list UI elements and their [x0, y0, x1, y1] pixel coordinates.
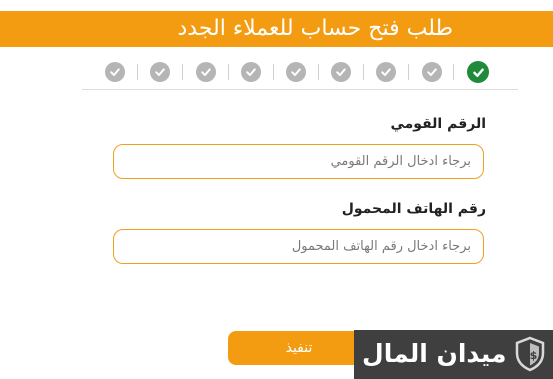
step-separator — [363, 64, 364, 80]
national-id-input[interactable] — [113, 144, 484, 179]
page-header: طلب فتح حساب للعملاء الجدد — [0, 11, 553, 47]
step-8-check-icon — [150, 62, 170, 82]
progress-steps — [105, 60, 490, 84]
step-separator — [228, 64, 229, 80]
page-title: طلب فتح حساب للعملاء الجدد — [177, 16, 453, 41]
step-2-check-icon — [422, 62, 442, 82]
steps-divider — [82, 89, 518, 90]
step-5-check-icon — [286, 62, 306, 82]
step-separator — [318, 64, 319, 80]
submit-button[interactable]: تنفيذ — [228, 331, 370, 365]
shield-dollar-icon: $ — [514, 336, 546, 376]
watermark-name: ميدان المال — [362, 339, 507, 368]
step-separator — [137, 64, 138, 80]
step-6-check-icon — [241, 62, 261, 82]
step-4-check-icon — [331, 62, 351, 82]
step-separator — [453, 64, 454, 80]
step-9-check-icon — [105, 62, 125, 82]
step-separator — [182, 64, 183, 80]
step-1-check-icon — [467, 61, 489, 83]
step-separator — [273, 64, 274, 80]
mobile-label: رقم الهاتف المحمول — [341, 201, 486, 217]
svg-text:$: $ — [530, 349, 538, 362]
step-3-check-icon — [376, 62, 396, 82]
watermark-badge: ميدان المال $ — [354, 330, 553, 379]
step-separator — [408, 64, 409, 80]
mobile-input[interactable] — [113, 229, 484, 264]
step-7-check-icon — [196, 62, 216, 82]
national-id-label: الرقم القومي — [390, 116, 486, 132]
